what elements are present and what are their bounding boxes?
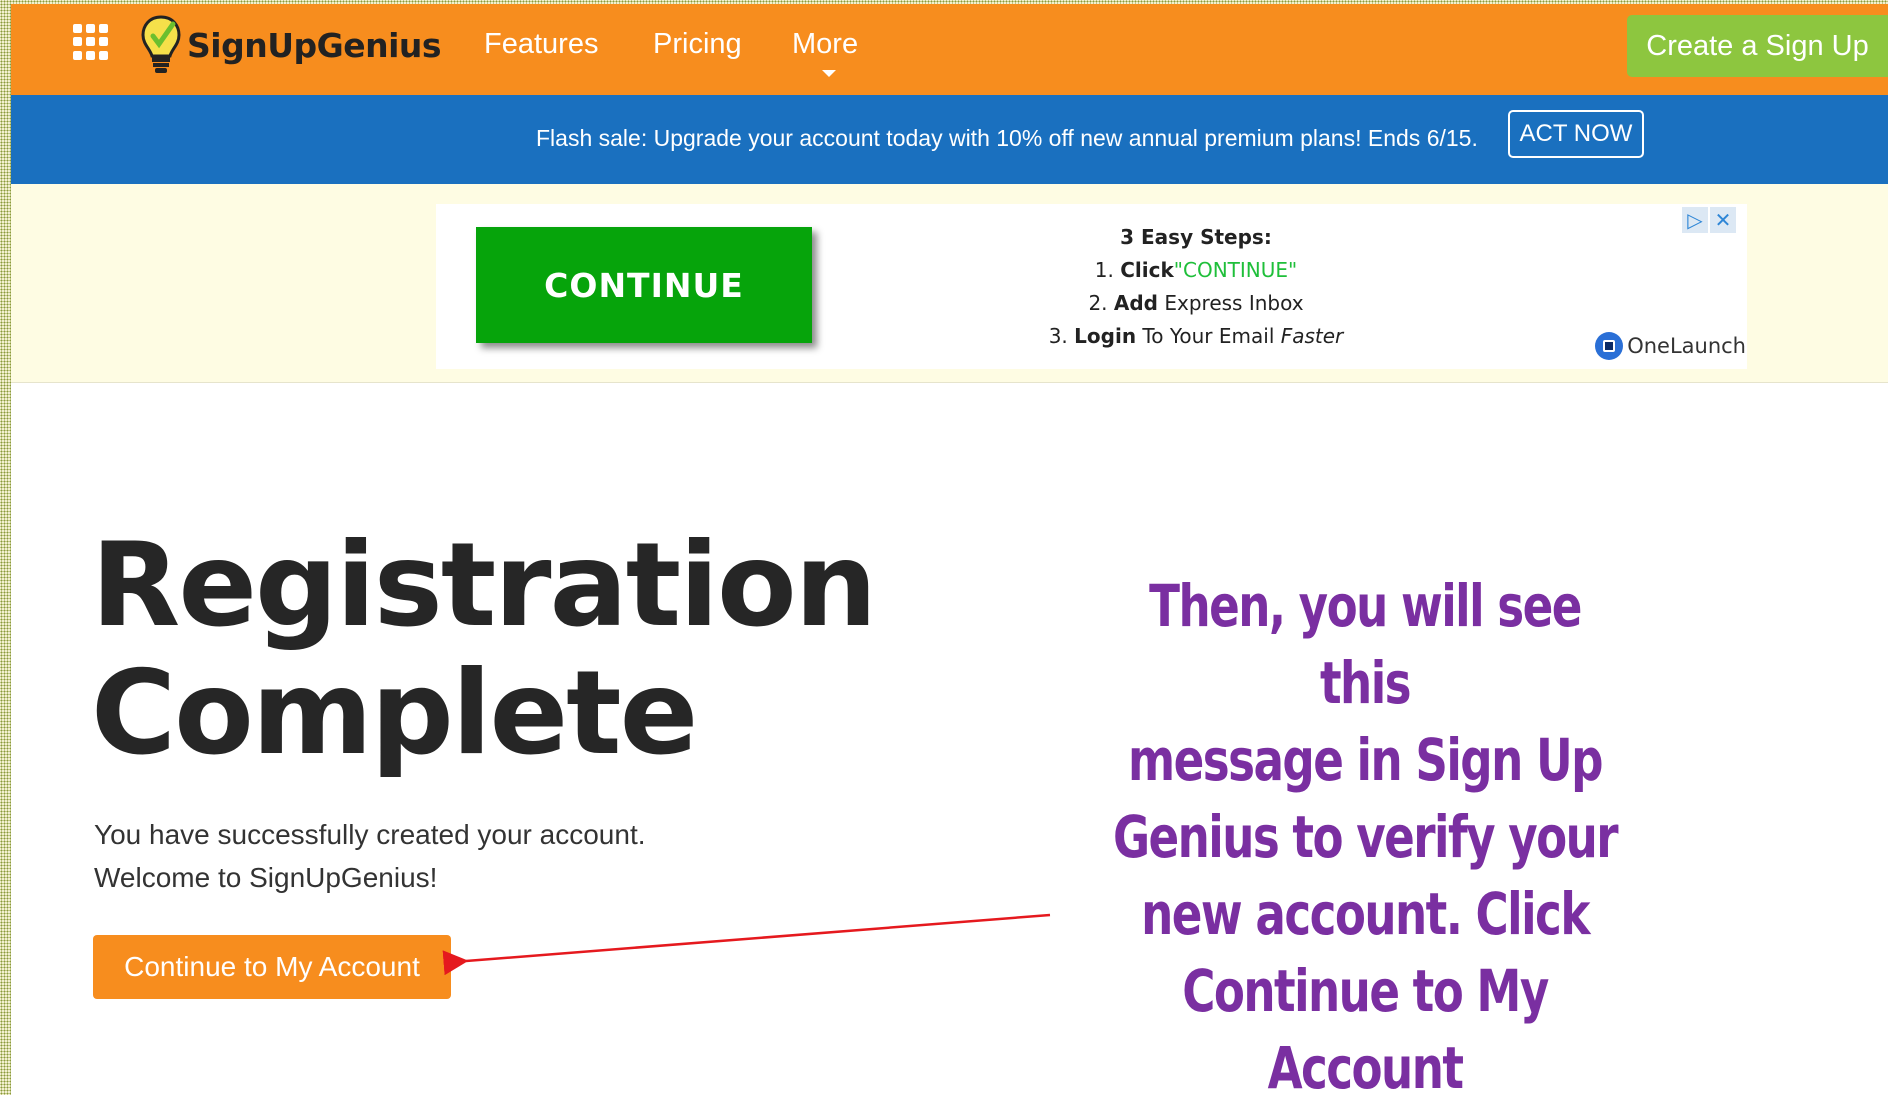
lightbulb-icon [141,15,181,73]
nav-more-label: More [792,28,859,60]
close-icon[interactable]: ✕ [1710,207,1736,233]
ad-advertiser: OneLaunch [1595,332,1746,360]
brand-logo[interactable]: SignUpGenius [139,10,442,80]
create-sign-up-button[interactable]: Create a Sign Up [1627,15,1888,77]
ad-step-1: 1. Click"CONTINUE" [1094,258,1298,282]
success-message: You have successfully created your accou… [94,813,646,899]
tutorial-annotation: Then, you will see this message in Sign … [1112,568,1619,1107]
annotation-line-4: new account. Click [1141,880,1590,948]
ad-choices-icon[interactable]: ▷ [1682,207,1708,233]
onelaunch-logo-icon [1595,332,1624,360]
ad-banner[interactable]: CONTINUE 3 Easy Steps: 1. Click"CONTINUE… [436,204,1747,369]
ad-steps: 3 Easy Steps: 1. Click"CONTINUE" 2. Add … [966,221,1426,353]
ad-steps-title: 3 Easy Steps: [1120,225,1272,249]
slide-frame-left [0,0,11,1095]
act-now-button[interactable]: ACT NOW [1508,110,1644,158]
brand-name: SignUpGenius [187,25,442,65]
page-title-line-1: Registration [91,518,877,653]
ad-choices: ▷ ✕ [1680,207,1736,233]
annotation-line-5: Continue to My Account [1182,957,1549,1102]
nav-link-pricing[interactable]: Pricing [653,28,742,61]
success-message-line-1: You have successfully created your accou… [94,819,646,850]
ad-step-2: 2. Add Express Inbox [1088,291,1304,315]
page-title: Registration Complete [91,522,877,781]
caret-down-icon [822,70,836,77]
success-message-line-2: Welcome to SignUpGenius! [94,862,438,893]
flash-sale-text: Flash sale: Upgrade your account today w… [536,125,1478,151]
ad-container: CONTINUE 3 Easy Steps: 1. Click"CONTINUE… [11,184,1888,383]
nav-link-more[interactable]: More [792,28,859,77]
page-title-line-2: Complete [91,646,698,781]
top-nav: SignUpGenius Features Pricing More Creat… [11,4,1888,95]
nav-link-features[interactable]: Features [484,28,598,61]
continue-to-my-account-button[interactable]: Continue to My Account [93,935,451,999]
flash-sale-banner: Flash sale: Upgrade your account today w… [11,95,1888,184]
annotation-line-2: message in Sign Up [1128,726,1604,794]
ad-continue-button[interactable]: CONTINUE [476,227,812,343]
annotation-line-3: Genius to verify your [1112,803,1619,871]
apps-grid-icon[interactable] [73,24,109,60]
ad-step-3: 3. Login To Your Email Faster [1048,324,1344,348]
annotation-line-1: Then, you will see this [1149,572,1582,717]
advertiser-name: OneLaunch [1627,334,1746,358]
